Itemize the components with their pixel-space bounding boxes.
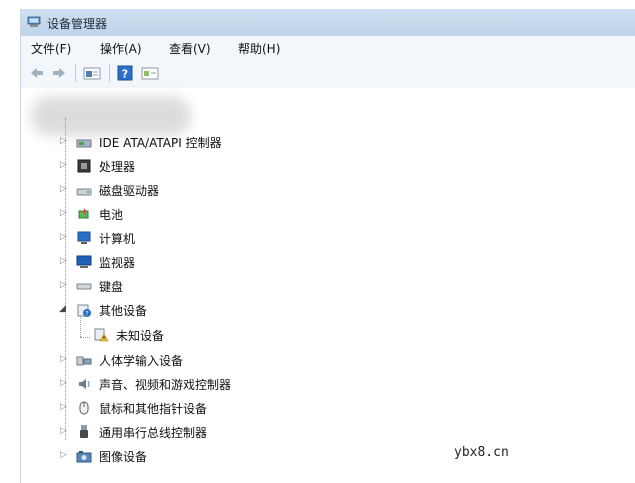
imaging-device-icon: [76, 451, 92, 463]
tree-item-label: 磁盘驱动器: [99, 184, 160, 198]
tree-item[interactable]: ▷ 键盘: [21, 275, 635, 297]
tree-item-label: IDE ATA/ATAPI 控制器: [99, 136, 222, 150]
sound-icon: [79, 379, 90, 389]
tree-item-label: 处理器: [99, 160, 136, 174]
menu-help[interactable]: 帮助(H): [238, 40, 280, 57]
tree-item[interactable]: ▷ 监视器: [21, 251, 635, 273]
properties-icon[interactable]: [83, 65, 101, 81]
tree-item-label: 键盘: [99, 280, 124, 294]
tree-item-label: 图像设备: [99, 450, 148, 464]
tree-item-label: 鼠标和其他指针设备: [99, 402, 208, 416]
tree-item-label: 计算机: [99, 232, 136, 246]
tree-item[interactable]: ▷ 鼠标和其他指针设备: [21, 397, 635, 419]
expand-arrow-icon[interactable]: ▷: [60, 232, 68, 242]
computer-name-redacted: [31, 96, 191, 136]
tree-item-label: 未知设备: [116, 329, 165, 343]
tree-item[interactable]: ▷ 计算机: [21, 227, 635, 249]
tree-item-label: 监视器: [99, 256, 136, 270]
collapse-arrow-icon[interactable]: ◢: [59, 304, 67, 314]
expand-arrow-icon[interactable]: ▷: [60, 450, 68, 460]
toolbar-separator: [75, 64, 76, 82]
tree-item[interactable]: ▷ 通用串行总线控制器: [21, 421, 635, 443]
mouse-icon: [79, 401, 89, 415]
device-manager-icon: [27, 16, 41, 27]
tree-item-child[interactable]: 未知设备: [21, 324, 635, 346]
toolbar: ?: [21, 58, 635, 89]
usb-icon: [80, 425, 88, 438]
back-arrow-icon[interactable]: [29, 65, 45, 81]
tree-item[interactable]: ▷ 电池: [21, 203, 635, 225]
other-devices-icon: ?: [77, 304, 91, 318]
device-tree: ▷ IDE ATA/ATAPI 控制器 ▷ 处理器 ▷ 磁盘驱动器 ▷ 电池 ▷…: [21, 88, 635, 483]
expand-arrow-icon[interactable]: ▷: [60, 208, 68, 218]
expand-arrow-icon[interactable]: ▷: [60, 256, 68, 266]
tree-item-expanded[interactable]: ◢ ? 其他设备: [21, 299, 635, 321]
device-manager-window: 设备管理器 文件(F) 操作(A) 查看(V) 帮助(H) ? ▷ IDE AT…: [20, 9, 635, 483]
disk-drive-icon: [76, 188, 92, 196]
expand-arrow-icon[interactable]: ▷: [60, 136, 68, 146]
tree-item-label: 人体学输入设备: [99, 354, 184, 368]
tree-item[interactable]: ▷ 图像设备: [21, 445, 635, 467]
menu-bar: 文件(F) 操作(A) 查看(V) 帮助(H): [21, 36, 635, 58]
hid-icon: [76, 356, 92, 366]
tree-item[interactable]: ▷ IDE ATA/ATAPI 控制器: [21, 131, 635, 153]
tree-item[interactable]: ▷ 磁盘驱动器: [21, 179, 635, 201]
help-icon[interactable]: ?: [117, 65, 133, 81]
toolbar-separator: [109, 64, 110, 82]
menu-file[interactable]: 文件(F): [31, 40, 71, 57]
expand-arrow-icon[interactable]: ▷: [60, 184, 68, 194]
expand-arrow-icon[interactable]: ▷: [60, 160, 68, 170]
tree-item-label: 电池: [99, 208, 124, 222]
forward-arrow-icon[interactable]: [51, 65, 67, 81]
battery-icon: [78, 208, 89, 219]
expand-arrow-icon[interactable]: ▷: [60, 354, 68, 364]
tree-item[interactable]: ▷ 处理器: [21, 155, 635, 177]
tree-item-label: 声音、视频和游戏控制器: [99, 378, 232, 392]
unknown-device-warning-icon: [94, 328, 109, 342]
tree-item-label: 通用串行总线控制器: [99, 426, 208, 440]
expand-arrow-icon[interactable]: ▷: [60, 426, 68, 436]
title-bar[interactable]: 设备管理器: [21, 9, 635, 36]
svg-text:?: ?: [122, 68, 128, 81]
watermark: ybx8.cn: [454, 445, 509, 460]
menu-action[interactable]: 操作(A): [100, 40, 142, 57]
keyboard-icon: [76, 283, 92, 290]
expand-arrow-icon[interactable]: ▷: [60, 280, 68, 290]
monitor-icon: [76, 255, 92, 268]
svg-text:?: ?: [85, 311, 88, 318]
view-icon[interactable]: [141, 65, 159, 81]
tree-item[interactable]: ▷ 人体学输入设备: [21, 349, 635, 371]
expand-arrow-icon[interactable]: ▷: [60, 378, 68, 388]
processor-icon: [77, 159, 91, 173]
menu-view[interactable]: 查看(V): [169, 40, 211, 57]
window-title: 设备管理器: [47, 17, 108, 31]
ide-controller-icon: [76, 139, 92, 148]
tree-item[interactable]: ▷ 声音、视频和游戏控制器: [21, 373, 635, 395]
tree-item-label: 其他设备: [99, 304, 148, 318]
computer-icon: [77, 231, 91, 244]
expand-arrow-icon[interactable]: ▷: [60, 402, 68, 412]
